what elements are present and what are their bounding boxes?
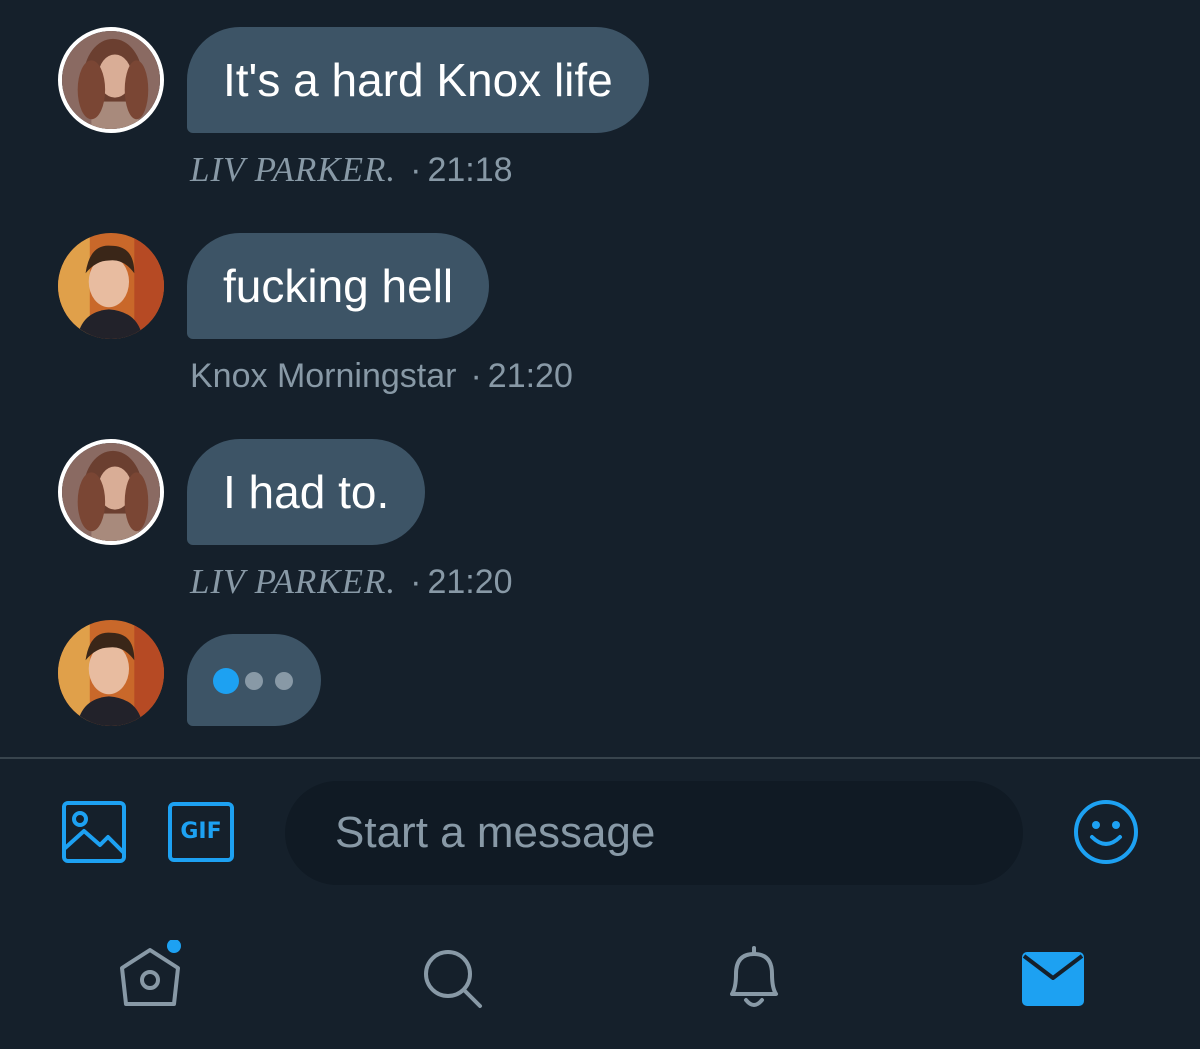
message-meta: LIV PARKER. · 21:20 [190, 562, 513, 602]
composer-divider [0, 757, 1200, 759]
message-bubble[interactable]: fucking hell [187, 233, 490, 339]
avatar-liv-image [62, 443, 160, 541]
avatar-liv-image [62, 31, 160, 129]
mail-icon[interactable] [1022, 952, 1084, 1006]
meta-separator: · [410, 151, 422, 189]
typing-dot [245, 672, 263, 690]
notification-dot [167, 939, 181, 953]
message-meta: Knox Morningstar · 21:20 [190, 357, 573, 396]
message-time: 21:18 [427, 151, 513, 189]
gif-icon[interactable]: GIF [168, 802, 234, 862]
avatar[interactable] [58, 439, 164, 545]
bell-icon[interactable] [722, 944, 786, 1012]
avatar[interactable] [58, 233, 164, 339]
typing-indicator [187, 634, 321, 726]
sender-name[interactable]: LIV PARKER. [190, 562, 396, 601]
meta-separator: · [470, 357, 482, 395]
message-meta: LIV PARKER. · 21:18 [190, 150, 513, 190]
avatar-knox-image [58, 233, 164, 339]
sender-name[interactable]: LIV PARKER. [190, 150, 396, 189]
search-icon[interactable] [420, 946, 484, 1010]
message-time: 21:20 [487, 357, 573, 395]
typing-dot [275, 672, 293, 690]
avatar-knox-image [58, 620, 164, 726]
avatar[interactable] [58, 27, 164, 133]
message-time: 21:20 [427, 563, 513, 601]
meta-separator: · [410, 563, 422, 601]
dm-conversation-screen: It's a hard Knox life LIV PARKER. · 21:18 … [0, 0, 1200, 1049]
message-bubble[interactable]: It's a hard Knox life [187, 27, 649, 133]
avatar[interactable] [58, 620, 164, 726]
message-bubble[interactable]: I had to. [187, 439, 426, 545]
emoji-icon[interactable] [1073, 799, 1139, 865]
home-icon[interactable] [116, 939, 190, 1010]
message-input[interactable] [285, 781, 1023, 885]
image-icon[interactable] [62, 801, 126, 863]
sender-name[interactable]: Knox Morningstar [190, 357, 456, 395]
typing-dot [213, 668, 239, 694]
